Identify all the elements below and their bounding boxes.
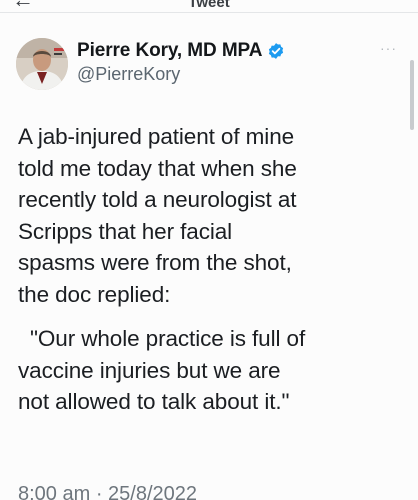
- tweet-text-line: recently told a neurologist at: [18, 187, 297, 212]
- tweet-text-line: spasms were from the shot,: [18, 250, 292, 275]
- top-bar: ← Tweet: [0, 0, 418, 13]
- tweet-text-line: the doc replied:: [18, 281, 171, 307]
- page-title: Tweet: [188, 0, 230, 11]
- scrollbar[interactable]: [410, 60, 414, 130]
- author-name-row: Pierre Kory, MD MPA: [77, 38, 285, 64]
- more-options-icon[interactable]: ···: [380, 40, 397, 56]
- tweet-text-line: Scripps that her facial: [18, 218, 233, 244]
- avatar[interactable]: [16, 38, 68, 90]
- tweet-quote-line: not allowed to talk about it.": [18, 389, 290, 414]
- author-display-name[interactable]: Pierre Kory, MD MPA: [77, 40, 262, 62]
- verified-badge-icon: [267, 42, 285, 60]
- tweet-text-line: told me today that when she: [18, 155, 297, 181]
- author-handle[interactable]: @PierreKory: [77, 64, 180, 85]
- tweet-timestamp[interactable]: 8:00 am · 25/8/2022: [18, 483, 197, 500]
- tweet-text: A jab-injured patient of mine told me to…: [18, 121, 413, 418]
- avatar-photo: [16, 38, 68, 90]
- tweet-text-line: A jab-injured patient of mine: [18, 124, 295, 149]
- tweet-screen: ← Tweet Pierre Kory, MD MPA @PierreKory …: [0, 0, 418, 500]
- tweet-quote-line: vaccine injuries but we are: [18, 357, 281, 383]
- tweet-quote-line: "Our whole practice is full of: [30, 326, 306, 351]
